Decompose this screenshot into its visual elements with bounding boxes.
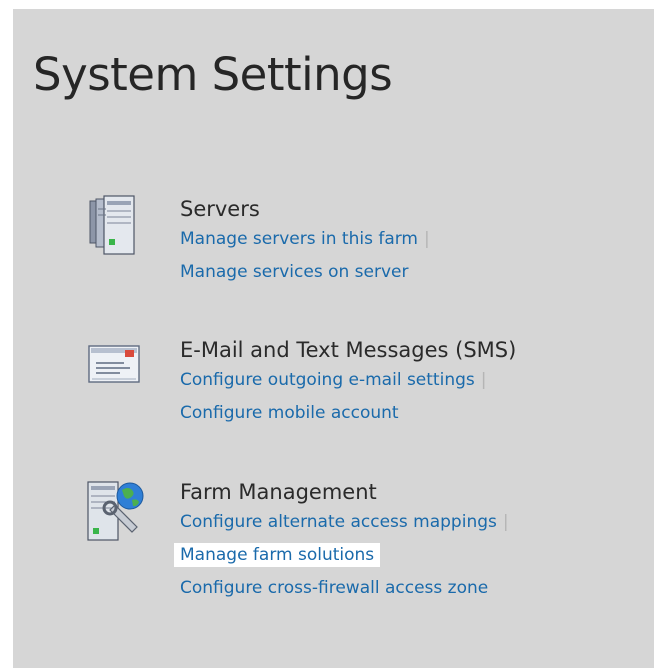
configure-outgoing-email-link[interactable]: Configure outgoing e-mail settings	[180, 370, 475, 390]
manage-services-link[interactable]: Manage services on server	[180, 262, 408, 282]
link-row: Manage farm solutions	[174, 539, 509, 572]
link-row: Configure outgoing e-mail settings |	[180, 364, 516, 397]
link-separator: |	[502, 512, 509, 532]
page-title: System Settings	[33, 48, 393, 101]
link-separator: |	[480, 370, 487, 390]
link-row: Configure cross-firewall access zone	[180, 572, 509, 605]
link-row: Configure alternate access mappings |	[180, 506, 509, 539]
section-title-email-sms: E-Mail and Text Messages (SMS)	[180, 338, 517, 362]
farm-management-icon	[86, 478, 150, 542]
section-servers-body: Servers Manage servers in this farm | Man…	[180, 195, 430, 289]
section-title-servers: Servers	[180, 197, 260, 221]
settings-panel: System Settings Servers Manage servers i…	[13, 9, 654, 668]
section-title-farm-management: Farm Management	[180, 480, 377, 504]
manage-farm-solutions-link[interactable]: Manage farm solutions	[174, 543, 381, 567]
configure-cross-firewall-access-zone-link[interactable]: Configure cross-firewall access zone	[180, 578, 488, 598]
configure-mobile-account-link[interactable]: Configure mobile account	[180, 403, 399, 423]
configure-alternate-access-mappings-link[interactable]: Configure alternate access mappings	[180, 512, 497, 532]
link-row: Configure mobile account	[180, 397, 516, 430]
link-row: Manage services on server	[180, 256, 430, 289]
email-sms-icon	[86, 336, 150, 400]
manage-servers-link[interactable]: Manage servers in this farm	[180, 229, 418, 249]
link-separator: |	[423, 229, 430, 249]
section-farm-management-body: Farm Management Configure alternate acce…	[174, 478, 509, 605]
section-email-sms-body: E-Mail and Text Messages (SMS) Configure…	[180, 336, 516, 430]
link-row: Manage servers in this farm |	[180, 223, 430, 256]
servers-icon	[86, 195, 150, 259]
